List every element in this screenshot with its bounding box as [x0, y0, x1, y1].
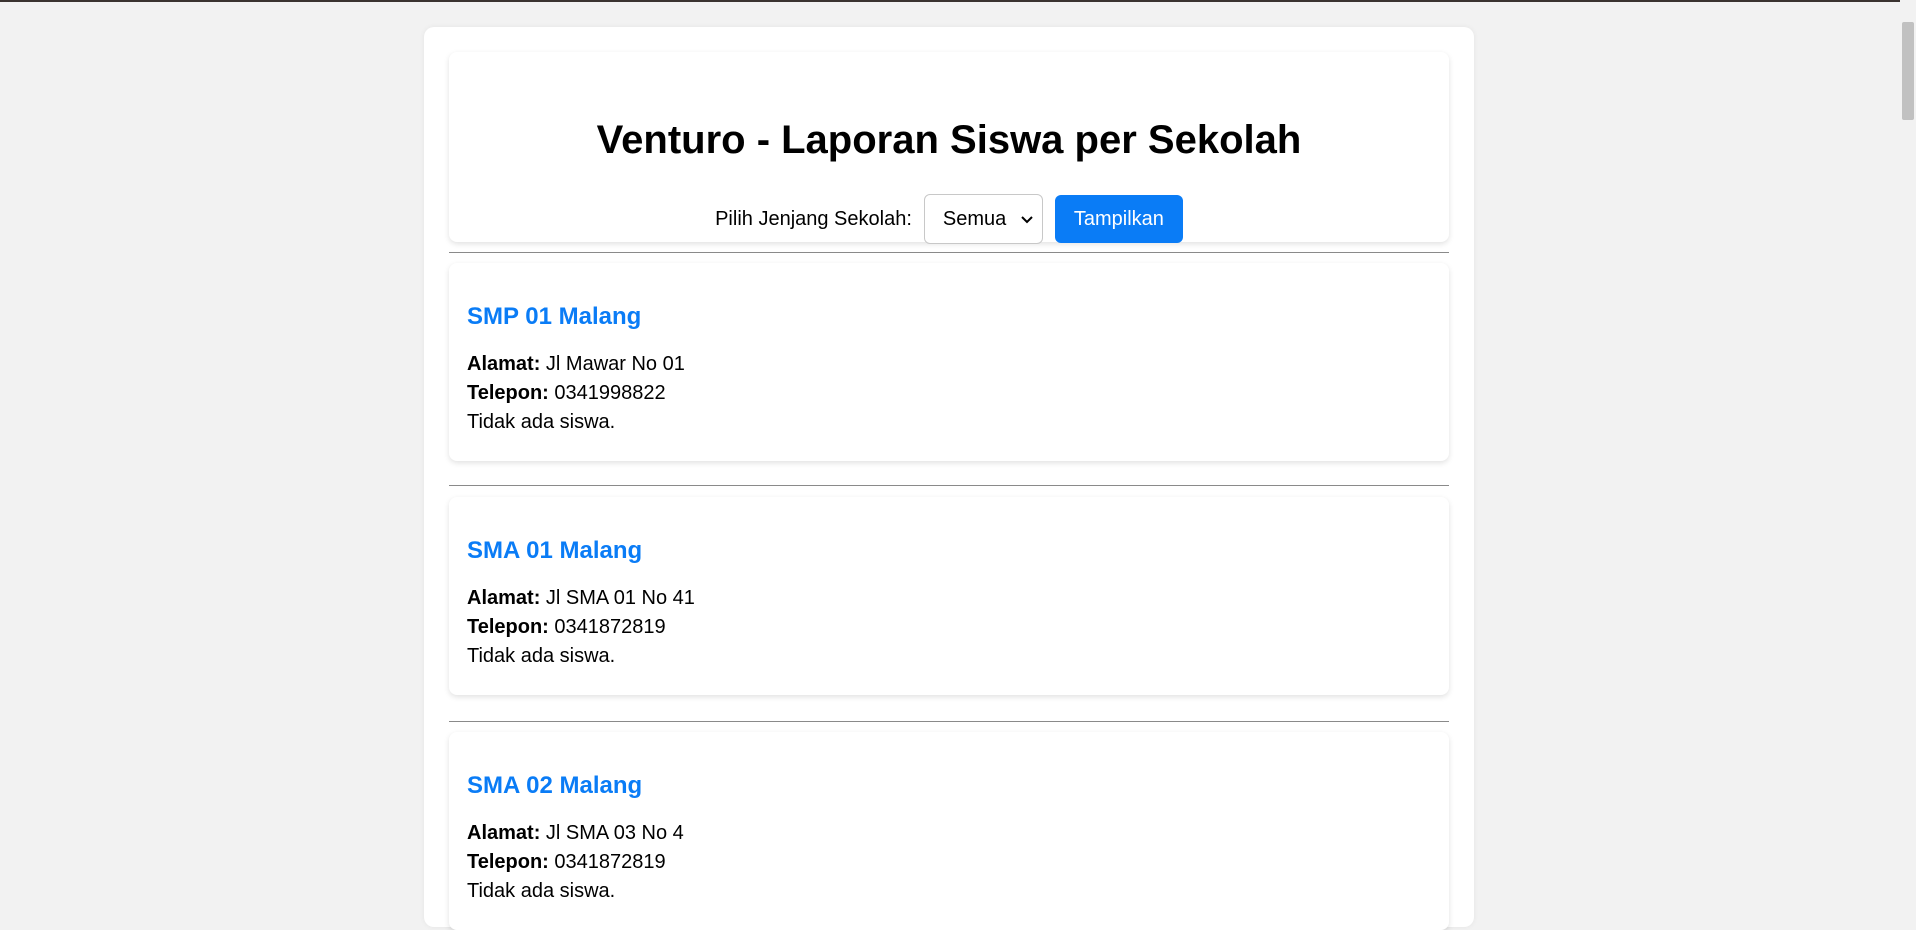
select-value: Semua: [942, 207, 1007, 230]
student-status: Tidak ada siswa.: [467, 411, 616, 433]
school-phone: Telepon: 0341872819: [467, 852, 666, 872]
school-name: SMA 01 Malang: [467, 537, 643, 564]
school-name: SMP 01 Malang: [467, 303, 642, 330]
scrollbar[interactable]: [1900, 0, 1916, 913]
phone-value: 0341998822: [554, 382, 666, 404]
student-status: Tidak ada siswa.: [467, 880, 616, 902]
school-phone: Telepon: 0341872819: [467, 617, 666, 637]
report-header: Venturo - Laporan Siswa per Sekolah Pili…: [449, 52, 1449, 244]
show-button[interactable]: Tampilkan: [1054, 195, 1183, 243]
school-address: Alamat: Jl SMA 01 No 41: [467, 588, 695, 608]
phone-label: Telepon:: [467, 382, 549, 404]
school-name: SMA 02 Malang: [467, 772, 643, 799]
school-phone: Telepon: 0341998822: [467, 383, 666, 403]
address-label: Alamat:: [467, 822, 541, 844]
address-label: Alamat:: [467, 587, 541, 609]
school-address: Alamat: Jl SMA 03 No 4: [467, 823, 684, 843]
school-card: SMA 02 Malang Alamat: Jl SMA 03 No 4 Tel…: [449, 732, 1449, 930]
divider: [449, 252, 1449, 253]
page-title: Venturo - Laporan Siswa per Sekolah: [596, 118, 1302, 162]
phone-label: Telepon:: [467, 851, 549, 873]
divider: [449, 485, 1449, 486]
scrollbar-thumb[interactable]: [1902, 22, 1914, 120]
address-label: Alamat:: [467, 353, 541, 375]
phone-value: 0341872819: [554, 851, 666, 873]
report-container: Venturo - Laporan Siswa per Sekolah Pili…: [424, 27, 1474, 930]
chevron-down-icon: [1021, 216, 1033, 224]
school-address: Alamat: Jl Mawar No 01: [467, 354, 685, 374]
phone-value: 0341872819: [554, 616, 666, 638]
filter-form: Pilih Jenjang Sekolah: Semua Tampilkan: [449, 194, 1449, 244]
divider: [449, 721, 1449, 722]
address-value: Jl SMA 03 No 4: [545, 822, 684, 844]
school-card: SMP 01 Malang Alamat: Jl Mawar No 01 Tel…: [449, 263, 1449, 461]
filter-label: Pilih Jenjang Sekolah:: [715, 207, 912, 230]
address-value: Jl Mawar No 01: [545, 353, 685, 375]
window-top-border: [0, 0, 1916, 2]
student-status: Tidak ada siswa.: [467, 645, 616, 667]
school-level-select[interactable]: Semua: [923, 194, 1043, 244]
phone-label: Telepon:: [467, 616, 549, 638]
address-value: Jl SMA 01 No 41: [545, 587, 695, 609]
school-card: SMA 01 Malang Alamat: Jl SMA 01 No 41 Te…: [449, 497, 1449, 695]
